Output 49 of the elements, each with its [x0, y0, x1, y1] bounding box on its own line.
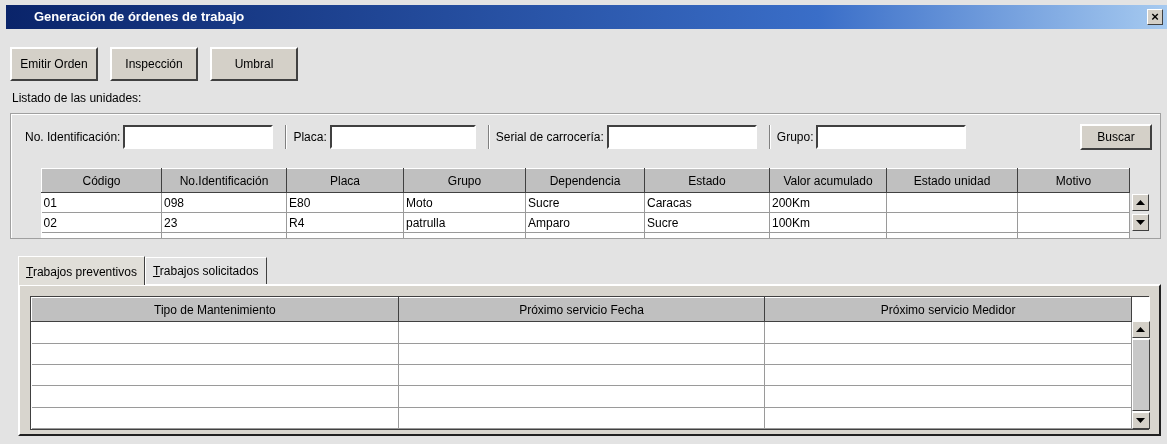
window-title: Generación de órdenes de trabajo: [34, 8, 245, 27]
input-field[interactable]: [606, 125, 757, 149]
column-header[interactable]: Grupo: [403, 168, 526, 193]
tab[interactable]: Trabajos preventivos: [18, 256, 145, 285]
table-cell: E80: [286, 192, 404, 213]
action-button[interactable]: Inspección: [110, 47, 198, 81]
table-cell: 100Km: [769, 212, 887, 233]
action-button[interactable]: Emitir Orden: [10, 47, 98, 81]
table-cell: R4: [286, 212, 404, 233]
column-header[interactable]: Motivo: [1017, 168, 1130, 193]
column-header[interactable]: Tipo de Mantenimiento: [31, 297, 399, 322]
action-button[interactable]: Umbral: [210, 47, 298, 81]
column-header[interactable]: Estado: [644, 168, 770, 193]
field-label: No. Identificación:: [25, 129, 121, 146]
table-cell: Sucre: [644, 212, 770, 233]
column-header[interactable]: Estado unidad: [886, 168, 1018, 193]
field-label: Placa:: [293, 129, 327, 146]
column-header[interactable]: No.Identificación: [161, 168, 287, 193]
up-arrow-icon: [1136, 200, 1145, 205]
table-cell: 098: [161, 192, 287, 213]
column-header[interactable]: Placa: [286, 168, 404, 193]
table-cell: 200Km: [769, 192, 887, 213]
input-field[interactable]: [816, 125, 967, 149]
column-header[interactable]: Valor acumulado: [769, 168, 887, 193]
field-label: Grupo:: [776, 129, 814, 146]
table-cell: Caracas: [644, 192, 770, 213]
close-button[interactable]: ×: [1147, 9, 1163, 25]
search-button[interactable]: Buscar: [1080, 124, 1152, 150]
down-arrow-icon: [1136, 418, 1146, 423]
column-header[interactable]: Próximo servicio Medidor: [764, 297, 1132, 322]
scroll-up-button[interactable]: [1132, 194, 1149, 211]
scroll-down-button[interactable]: [1132, 214, 1149, 231]
table-cell: Amparo: [525, 212, 645, 233]
field-label: Serial de carrocería:: [495, 129, 604, 146]
table-cell: 23: [161, 212, 287, 233]
table-cell: patrulla: [403, 212, 526, 233]
section-label: Listado de las unidades:: [12, 90, 143, 107]
column-header[interactable]: Dependencia: [525, 168, 645, 193]
tab[interactable]: Trabajos solicitados: [144, 257, 267, 284]
up-arrow-icon: [1136, 327, 1146, 332]
down-arrow-icon: [1136, 220, 1145, 225]
table-cell: Sucre: [525, 192, 645, 213]
table-cell: 01: [41, 192, 162, 213]
table-cell: 02: [41, 212, 162, 233]
column-header[interactable]: Próximo servicio Fecha: [398, 297, 765, 322]
input-field[interactable]: [123, 125, 274, 149]
table-cell: Moto: [403, 192, 526, 213]
column-header[interactable]: Código: [41, 168, 162, 193]
input-field[interactable]: [329, 125, 476, 149]
